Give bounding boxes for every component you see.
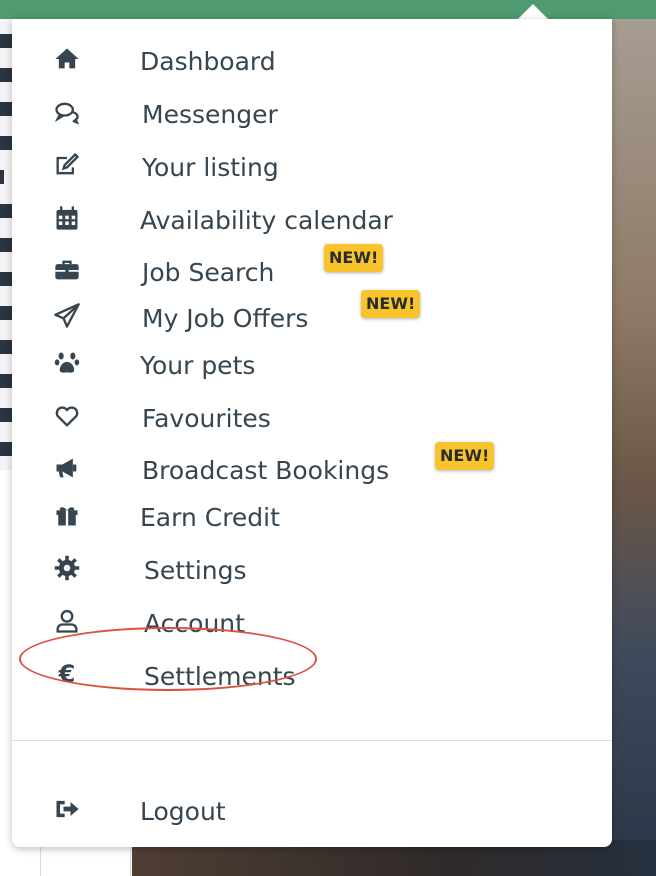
gear-icon <box>52 554 82 582</box>
briefcase-icon <box>52 256 82 284</box>
user-icon <box>52 607 82 635</box>
menu-item-label: Favourites <box>142 404 271 433</box>
menu-item-job-search[interactable]: Job Search <box>12 248 612 292</box>
menu-item-label: Job Search <box>142 258 275 287</box>
home-icon <box>52 45 82 73</box>
menu-item-your-pets[interactable]: Your pets <box>12 341 612 385</box>
menu-item-label: Your pets <box>140 351 256 380</box>
menu-item-label: Your listing <box>142 153 279 182</box>
menu-item-label: My Job Offers <box>142 304 309 333</box>
menu-item-your-listing[interactable]: Your listing <box>12 143 612 187</box>
paper-plane-icon <box>52 302 82 330</box>
menu-item-dashboard[interactable]: Dashboard <box>12 37 612 81</box>
paw-icon <box>52 349 82 377</box>
menu-item-availability-calendar[interactable]: Availability calendar <box>12 196 612 240</box>
menu-item-earn-credit[interactable]: Earn Credit <box>12 493 612 537</box>
edit-icon <box>52 151 82 179</box>
user-dropdown-menu: Dashboard Messenger Your listing Availab… <box>12 19 612 847</box>
menu-item-label: Messenger <box>142 100 278 129</box>
calendar-icon <box>52 204 82 232</box>
menu-item-my-job-offers[interactable]: My Job Offers <box>12 294 612 338</box>
dropdown-caret <box>517 4 549 20</box>
megaphone-icon <box>52 454 82 482</box>
chat-bubbles-icon <box>52 98 82 126</box>
menu-item-label: Earn Credit <box>140 503 280 532</box>
menu-item-label: Settings <box>144 556 247 585</box>
new-badge: NEW! <box>361 290 421 318</box>
menu-item-label: Broadcast Bookings <box>142 456 390 485</box>
menu-item-settings[interactable]: Settings <box>12 546 612 590</box>
menu-item-label: Logout <box>140 797 226 826</box>
menu-item-label: Dashboard <box>140 47 276 76</box>
menu-item-messenger[interactable]: Messenger <box>12 90 612 134</box>
menu-item-favourites[interactable]: Favourites <box>12 394 612 438</box>
new-badge: NEW! <box>324 244 384 272</box>
menu-item-broadcast-bookings[interactable]: Broadcast Bookings <box>12 446 612 490</box>
menu-item-label: Availability calendar <box>140 206 393 235</box>
menu-item-logout[interactable]: Logout <box>12 787 612 831</box>
menu-divider <box>12 740 612 741</box>
top-navigation-bar <box>0 0 656 19</box>
highlight-annotation-circle <box>19 627 317 691</box>
new-badge: NEW! <box>435 442 495 470</box>
logout-icon <box>52 795 82 823</box>
gift-icon <box>52 501 82 529</box>
heart-icon <box>52 402 82 430</box>
